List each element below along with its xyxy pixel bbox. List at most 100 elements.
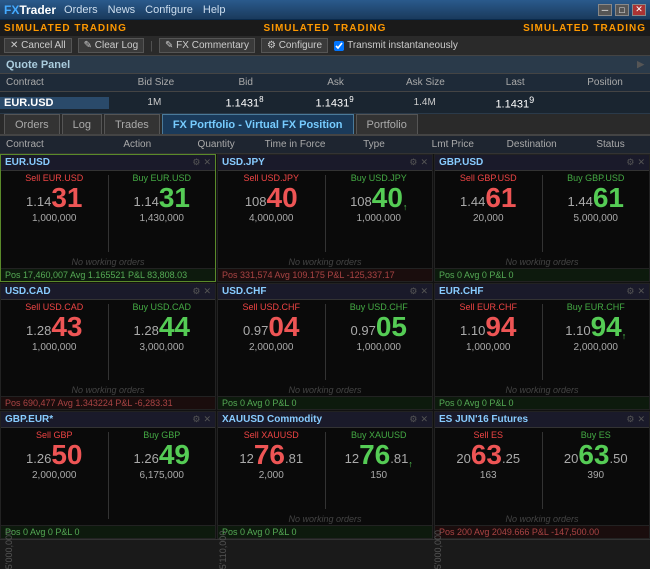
tile-settings-icon[interactable]: ⚙ — [192, 414, 200, 425]
tile-close-icon[interactable]: ✕ — [203, 414, 211, 425]
tile-header-gbp-usd: GBP.USD ⚙ ✕ — [435, 155, 649, 171]
tile-sell-side-xauusd[interactable]: Sell XAUUSD 12 76 .81 2,000 — [220, 430, 323, 511]
tile-buy-side-eur-chf[interactable]: Buy EUR.CHF 1.10 94 ↑ 2,000,000 — [545, 302, 648, 383]
menu-configure[interactable]: Configure — [145, 4, 193, 16]
tile-divider — [108, 304, 109, 381]
tile-settings-icon[interactable]: ⚙ — [626, 414, 634, 425]
tile-close-icon[interactable]: ✕ — [637, 414, 645, 425]
tile-settings-icon[interactable]: ⚙ — [192, 157, 200, 168]
tile-settings-icon[interactable]: ⚙ — [409, 157, 417, 168]
tile-close-icon[interactable]: ✕ — [420, 286, 428, 297]
col-ask-size: Ask Size — [380, 77, 470, 88]
sim-label-left: SIMULATED TRADING — [4, 23, 127, 34]
sell-amount-xauusd: 2,000 — [259, 470, 284, 481]
tile-settings-icon[interactable]: ⚙ — [409, 414, 417, 425]
tile-sell-side-eur-chf[interactable]: Sell EUR.CHF 1.10 94 1,000,000 — [437, 302, 540, 383]
tile-close-icon[interactable]: ✕ — [420, 157, 428, 168]
tile-sell-side-eur-usd[interactable]: Sell EUR.USD 1.14 31 1,000,000 — [3, 173, 106, 254]
tile-close-icon[interactable]: ✕ — [420, 414, 428, 425]
tile-sell-side-usd-chf[interactable]: Sell USD.CHF 0.97 04 2,000,000 — [220, 302, 323, 383]
tab-log[interactable]: Log — [62, 114, 102, 134]
buy-amount-gbp-eur: 6,175,000 — [140, 470, 185, 481]
tile-body-gbp-usd: Sell GBP.USD 1.44 61 20,000 Buy GBP.USD … — [435, 171, 649, 256]
fx-commentary-button[interactable]: ✎ FX Commentary — [159, 38, 255, 53]
no-orders-es-jun16: No working orders — [435, 513, 649, 525]
sim-label-center: SIMULATED TRADING — [264, 23, 387, 34]
tile-buy-side-gbp-usd[interactable]: Buy GBP.USD 1.44 61 5,000,000 — [545, 173, 648, 254]
quote-ask: 1.14319 — [290, 95, 380, 110]
tile-divider — [108, 432, 109, 519]
tab-portfolio[interactable]: Portfolio — [356, 114, 418, 134]
app-logo: FXTrader — [4, 3, 56, 17]
buy-arrow-up: ↑ — [622, 332, 627, 341]
tile-body-es-jun16: Sell ES 20 63 .25 163 Buy ES 20 63 .50 3… — [435, 428, 649, 513]
col-bid: Bid — [201, 77, 291, 88]
menu-bar: Orders News Configure Help — [64, 4, 225, 16]
tile-close-icon[interactable]: ✕ — [637, 157, 645, 168]
cancel-all-button[interactable]: ✕ Cancel All — [4, 38, 72, 53]
sell-price-xauusd: 12 76 .81 — [239, 441, 303, 469]
tile-buy-side-es-jun16[interactable]: Buy ES 20 63 .50 390 — [545, 430, 648, 511]
sell-price-eur-usd: 1.14 31 — [26, 184, 82, 212]
sell-price-usd-jpy: 108 40 — [245, 184, 298, 212]
quote-panel-header: Quote Panel ▶ — [0, 56, 650, 74]
pnl-bar-eur-chf: Pos 0 Avg 0 P&L 0 — [435, 396, 649, 409]
tile-close-icon[interactable]: ✕ — [203, 157, 211, 168]
pnl-bar-eur-usd: Pos 17,460,007 Avg 1.165521 P&L 83,808.0… — [1, 268, 215, 281]
tab-trades[interactable]: Trades — [104, 114, 160, 134]
tile-divider — [542, 175, 543, 252]
tile-body-gbp-eur: Sell GBP 1.26 50 2,000,000 Buy GBP 1.26 … — [1, 428, 215, 523]
buy-price-usd-jpy: 108 40 ↑ — [350, 184, 407, 212]
configure-button[interactable]: ⚙ Configure — [261, 38, 328, 53]
tile-buy-side-xauusd[interactable]: Buy XAUUSD 12 76 .81 ↑ 150 — [328, 430, 431, 511]
tile-close-icon[interactable]: ✕ — [203, 286, 211, 297]
tile-settings-icon[interactable]: ⚙ — [192, 286, 200, 297]
tile-usd-cad: USD.CAD ⚙ ✕ Sell USD.CAD 1.28 43 1,000,0… — [0, 283, 216, 411]
tile-divider — [325, 304, 326, 381]
orders-col-contract: Contract — [0, 139, 98, 150]
tile-settings-icon[interactable]: ⚙ — [626, 157, 634, 168]
tile-buy-side-usd-chf[interactable]: Buy USD.CHF 0.97 05 1,000,000 — [328, 302, 431, 383]
pnl-bar-gbp-usd: Pos 0 Avg 0 P&L 0 — [435, 268, 649, 281]
tile-buy-side-gbp-eur[interactable]: Buy GBP 1.26 49 6,175,000 — [111, 430, 214, 521]
buy-price-eur-usd: 1.14 31 — [134, 184, 190, 212]
tile-sell-side-gbp-eur[interactable]: Sell GBP 1.26 50 2,000,000 — [3, 430, 106, 521]
tile-settings-icon[interactable]: ⚙ — [626, 286, 634, 297]
tile-title-xauusd: XAUUSD Commodity — [222, 414, 322, 425]
tile-buy-side-eur-usd[interactable]: Buy EUR.USD 1.14 31 1,430,000 — [111, 173, 214, 254]
close-btn[interactable]: ✕ — [632, 4, 646, 16]
tile-sell-side-usd-jpy[interactable]: Sell USD.JPY 108 40 4,000,000 — [220, 173, 323, 254]
tile-sell-side-es-jun16[interactable]: Sell ES 20 63 .25 163 — [437, 430, 540, 511]
tile-sell-side-gbp-usd[interactable]: Sell GBP.USD 1.44 61 20,000 — [437, 173, 540, 254]
sell-price-gbp-usd: 1.44 61 — [460, 184, 516, 212]
transmit-checkbox[interactable] — [334, 41, 344, 51]
tab-orders[interactable]: Orders — [4, 114, 60, 134]
tile-title-es-jun16: ES JUN'16 Futures — [439, 414, 528, 425]
menu-orders[interactable]: Orders — [64, 4, 98, 16]
tile-sell-side-usd-cad[interactable]: Sell USD.CAD 1.28 43 1,000,000 — [3, 302, 106, 383]
tile-header-xauusd: XAUUSD Commodity ⚙ ✕ — [218, 412, 432, 428]
quote-panel-title: Quote Panel — [6, 59, 70, 71]
maximize-btn[interactable]: □ — [615, 4, 629, 16]
sell-suffix: .81 — [285, 452, 303, 465]
quote-columns: Contract Bid Size Bid Ask Ask Size Last … — [0, 74, 650, 92]
no-orders-usd-jpy: No working orders — [218, 256, 432, 268]
tab-fx-portfolio[interactable]: FX Portfolio - Virtual FX Position — [162, 114, 354, 134]
quote-bid-size: 1M — [109, 97, 199, 108]
orders-col-type: Type — [334, 139, 413, 150]
clear-log-button[interactable]: ✎ Clear Log — [78, 38, 145, 53]
tile-buy-side-usd-cad[interactable]: Buy USD.CAD 1.28 44 3,000,000 — [111, 302, 214, 383]
transmit-check[interactable]: Transmit instantaneously — [334, 40, 458, 51]
tile-settings-icon[interactable]: ⚙ — [409, 286, 417, 297]
no-orders-eur-chf: No working orders — [435, 384, 649, 396]
tile-divider — [325, 175, 326, 252]
no-orders-usd-cad: No working orders — [1, 384, 215, 396]
tile-buy-side-usd-jpy[interactable]: Buy USD.JPY 108 40 ↑ 1,000,000 — [328, 173, 431, 254]
sell-amount-usd-chf: 2,000,000 — [249, 342, 294, 353]
menu-news[interactable]: News — [108, 4, 136, 16]
tile-title-eur-usd: EUR.USD — [5, 157, 50, 168]
minimize-btn[interactable]: ─ — [598, 4, 612, 16]
quote-row-eurusd[interactable]: EUR.USD 1M 1.14318 1.14319 1.4M 1.14319 — [0, 92, 650, 114]
menu-help[interactable]: Help — [203, 4, 226, 16]
tile-close-icon[interactable]: ✕ — [637, 286, 645, 297]
